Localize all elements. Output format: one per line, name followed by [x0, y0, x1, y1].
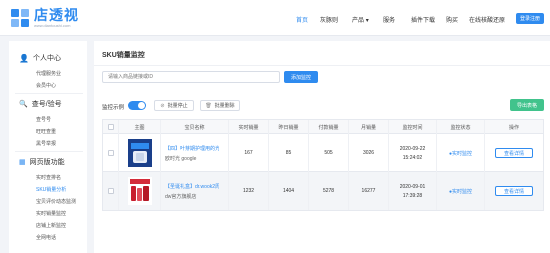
sidebar-item-report[interactable]: 黑号举报	[36, 140, 56, 147]
sidebar-group-label: 网页版功能	[29, 159, 65, 166]
sidebar-group-label: 个人中心	[32, 55, 61, 62]
table-header: 主图 宝贝名称 实时销量 昨日销量 付款销量 月销量 监控时间 监控状态 操作	[103, 120, 543, 134]
product-name-link[interactable]: 【圣诞礼盒】dr.wook2周...	[165, 183, 219, 190]
logo-subtitle: www.diantoushi.com	[34, 23, 71, 28]
nav-services[interactable]: 服务	[383, 15, 395, 24]
user-icon: 👤	[19, 53, 29, 63]
sku-table: 主图 宝贝名称 实时销量 昨日销量 付款销量 月销量 监控时间 监控状态 操作	[102, 119, 544, 211]
yesterday-sales: 1404	[269, 172, 309, 210]
header-select[interactable]	[103, 120, 119, 134]
sidebar-group-personal[interactable]: 👤 个人中心	[19, 53, 61, 63]
sidebar-item-vip[interactable]: 会员中心	[36, 82, 56, 89]
page-title: SKU销量监控	[102, 52, 145, 59]
header-realtime: 实时销量	[229, 120, 269, 134]
sidebar-item-dup[interactable]: 旺旺查重	[36, 128, 56, 135]
sidebar-group-check[interactable]: 🔍 查号/验号	[19, 99, 62, 109]
row-checkbox[interactable]	[107, 150, 114, 156]
toggle-knob	[138, 102, 145, 109]
realtime-sales: 167	[229, 134, 269, 172]
select-all-checkbox[interactable]	[107, 124, 114, 130]
sidebar-item-new[interactable]: 店铺上新监控	[36, 222, 66, 229]
nav-products[interactable]: 产品 ▾	[352, 15, 369, 24]
sidebar-item-rank[interactable]: 实时查排名	[36, 174, 61, 181]
sidebar-item-check-id[interactable]: 查号号	[36, 116, 51, 123]
add-monitor-button[interactable]: 添加监控	[284, 71, 318, 83]
header-action: 操作	[508, 124, 519, 131]
status-badge: ●实时监控	[448, 150, 473, 157]
product-name-link[interactable]: 【四】叶芽期护理用的光索...	[165, 145, 219, 152]
nav-buy[interactable]: 购买	[446, 15, 458, 24]
sidebar: 👤 个人中心 代理服务业 会员中心 🔍 查号/验号 查号号 旺旺查重 黑号举报 …	[9, 41, 87, 253]
product-thumbnail[interactable]	[127, 177, 152, 205]
monitor-date: 2020-09-01	[399, 183, 426, 190]
logo[interactable]: 店透视 www.diantoushi.com	[10, 4, 79, 32]
grid-icon: ▦	[19, 159, 26, 166]
stop-icon: ⊘	[160, 102, 165, 109]
realtime-sales: 1232	[229, 172, 269, 210]
yesterday-sales: 85	[269, 134, 309, 172]
monitor-time: 17:39:28	[402, 192, 423, 199]
header-yesterday: 昨日销量	[269, 120, 309, 134]
paid-sales: 5278	[309, 172, 349, 210]
nav-plugin-download[interactable]: 插件下载	[411, 15, 435, 24]
product-thumbnail[interactable]	[127, 139, 152, 167]
header-image: 主图	[119, 120, 161, 134]
shop-name: 欧时光 google	[165, 155, 197, 162]
monitor-toggle[interactable]	[128, 101, 146, 110]
batch-delete-button[interactable]: 🗑 批量删除	[200, 100, 240, 111]
sidebar-group-label: 查号/验号	[31, 101, 62, 108]
nav-home[interactable]: 首页	[296, 15, 308, 24]
sidebar-item-phone[interactable]: 全网电话	[36, 234, 56, 241]
sidebar-divider	[15, 93, 83, 94]
logo-icon	[10, 8, 30, 28]
header-paid: 付款销量	[309, 120, 349, 134]
sidebar-item-sku[interactable]: SKU销量分析	[36, 186, 66, 193]
table-row: 【四】叶芽期护理用的光索... 欧时光 google 167 85 505 30…	[103, 134, 543, 172]
monitor-time: 15:24:02	[402, 154, 423, 161]
trash-icon: 🗑	[205, 102, 212, 109]
sidebar-item-sales[interactable]: 实时销量监控	[36, 210, 66, 217]
title-divider	[94, 65, 550, 66]
sidebar-group-web[interactable]: ▦ 网页版功能	[19, 157, 65, 167]
main-panel: SKU销量监控 添加监控 监控示例 ⊘ 批量停止 🗑 批量删除 导出表格 主图 …	[94, 41, 550, 253]
logo-title: 店透视	[34, 7, 79, 23]
monitor-label: 监控示例	[102, 105, 125, 111]
header-status: 监控状态	[437, 120, 485, 134]
paid-sales: 505	[309, 134, 349, 172]
shop-name: dw官方旗舰店	[165, 193, 197, 200]
header-name: 宝贝名称	[161, 120, 229, 134]
header-monthly: 月销量	[349, 120, 389, 134]
header-time: 监控时间	[389, 120, 437, 134]
row-checkbox[interactable]	[107, 188, 114, 194]
monitor-date: 2020-09-22	[399, 145, 426, 152]
table-row: 【圣诞礼盒】dr.wook2周... dw官方旗舰店 1232 1404 527…	[103, 172, 543, 210]
view-detail-button[interactable]: 查看详情	[495, 186, 533, 196]
monthly-sales: 3026	[349, 134, 389, 172]
status-badge: ●实时监控	[448, 188, 473, 195]
batch-stop-button[interactable]: ⊘ 批量停止	[154, 100, 194, 111]
sidebar-item-review[interactable]: 宝贝评价动态监测	[36, 198, 76, 205]
monthly-sales: 16277	[349, 172, 389, 210]
sidebar-divider	[15, 151, 83, 152]
chevron-down-icon: ▾	[365, 18, 369, 24]
search-icon: 🔍	[19, 101, 28, 108]
view-detail-button[interactable]: 查看详情	[495, 148, 533, 158]
login-register-button[interactable]: 登录注册	[516, 13, 544, 24]
top-navbar: 店透视 www.diantoushi.com 首页 灰豚则 产品 ▾ 服务 插件…	[0, 0, 550, 36]
search-input[interactable]	[102, 71, 280, 83]
sidebar-item-agent[interactable]: 代理服务业	[36, 70, 61, 77]
nav-online[interactable]: 在线核酸还原	[469, 15, 505, 24]
export-table-button[interactable]: 导出表格	[510, 99, 544, 111]
nav-item-2[interactable]: 灰豚则	[320, 15, 338, 24]
